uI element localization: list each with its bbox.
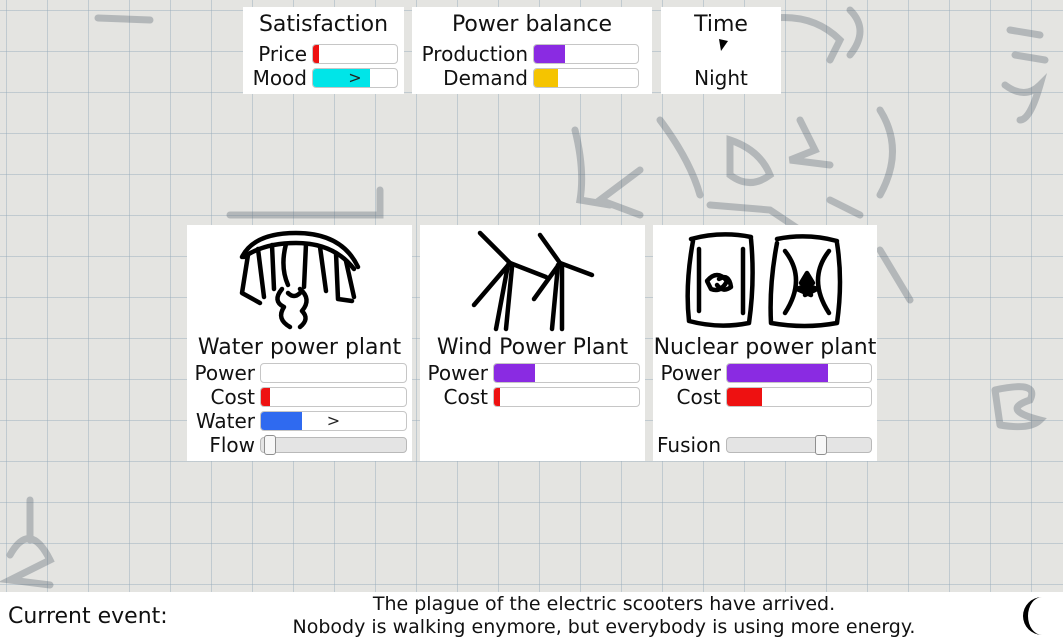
wind-cost-bar-fill (494, 388, 500, 406)
water-power-label: Power (194, 361, 255, 385)
water-flow-slider[interactable] (260, 435, 407, 455)
production-bar-fill (534, 45, 566, 63)
hand-drawn-dam-icon (239, 230, 361, 330)
hand-drawn-nuclear-barrels-icon (685, 232, 843, 329)
nuclear-fusion-label: Fusion (657, 433, 721, 457)
nuclear-power-bar-fill (727, 364, 828, 382)
water-plant-name: Water power plant (197, 335, 402, 360)
water-arrow: > (326, 411, 341, 430)
nuclear-cost-label: Cost (676, 385, 721, 409)
demand-label: Demand (443, 66, 528, 90)
wind-power-label: Power (427, 361, 488, 385)
price-bar-fill (313, 45, 319, 63)
time-panel: Time Night (661, 7, 781, 94)
production-label: Production (421, 42, 528, 66)
wind-power-bar-fill (494, 364, 535, 382)
water-water-bar[interactable]: > (260, 411, 407, 431)
satisfaction-title: Satisfaction (258, 12, 389, 37)
nuclear-cost-bar-fill (727, 388, 762, 406)
demand-bar (533, 68, 639, 88)
clock-hand-icon (719, 39, 728, 51)
water-power-bar (260, 363, 407, 383)
wind-cost-label: Cost (443, 385, 488, 409)
nuclear-cost-bar (726, 387, 872, 407)
wind-cost-bar (493, 387, 640, 407)
price-bar (312, 44, 398, 64)
water-flow-slider-handle[interactable] (264, 435, 276, 455)
mood-bar[interactable]: > (312, 68, 398, 88)
price-label: Price (258, 42, 307, 66)
mood-label: Mood (252, 66, 307, 90)
nuclear-fusion-slider[interactable] (726, 435, 872, 455)
water-cost-label: Cost (210, 385, 255, 409)
nuclear-power-label: Power (660, 361, 721, 385)
wind-plant-panel: Wind Power Plant Power Cost (420, 225, 645, 461)
nuclear-plant-name: Nuclear power plant (653, 335, 877, 360)
nuclear-fusion-slider-handle[interactable] (815, 435, 827, 455)
current-event-text: The plague of the electric scooters have… (250, 593, 958, 639)
wind-plant-name: Wind Power Plant (436, 335, 629, 360)
current-event-label: Current event: (8, 604, 168, 629)
water-cost-bar (260, 387, 407, 407)
time-title: Time (694, 12, 748, 37)
power-balance-title: Power balance (451, 12, 613, 37)
power-balance-panel: Power balance Production Demand (412, 7, 652, 94)
demand-bar-fill (534, 69, 558, 87)
production-bar (533, 44, 639, 64)
water-plant-panel: Water power plant Power Cost Water > Flo… (187, 225, 412, 461)
event-bar: Current event: The plague of the electri… (0, 592, 1063, 640)
wind-power-bar (493, 363, 640, 383)
water-cost-bar-fill (261, 388, 270, 406)
half-moon-icon (1023, 597, 1042, 635)
nuclear-plant-panel: Nuclear power plant Power Cost Fusion (653, 225, 877, 461)
event-line-2: Nobody is walking enymore, but everybody… (292, 616, 916, 638)
water-water-label: Water (195, 409, 255, 433)
event-line-1: The plague of the electric scooters have… (372, 593, 836, 615)
mood-arrow: > (348, 68, 362, 87)
time-value: Night (694, 66, 748, 90)
nuclear-power-bar (726, 363, 872, 383)
satisfaction-panel: Satisfaction Price Mood > (243, 7, 404, 94)
hand-drawn-wind-turbines-icon (471, 230, 595, 332)
water-flow-label: Flow (209, 433, 255, 457)
